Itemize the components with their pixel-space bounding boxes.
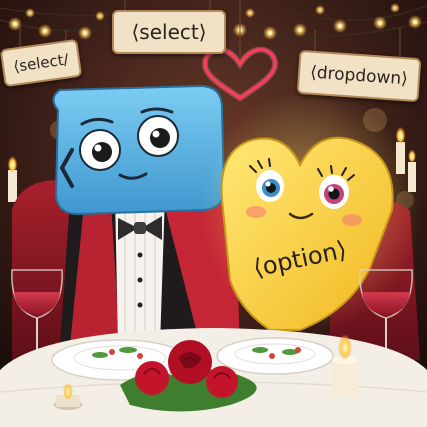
sign-select-top: ⟨select⟩ — [112, 10, 226, 54]
romantic-dinner-scene: ⟨select/ ⟨select⟩ ⟨dropdown⟩ ⟨option⟩ — [0, 0, 427, 427]
sign-dropdown: ⟨dropdown⟩ — [296, 49, 422, 103]
